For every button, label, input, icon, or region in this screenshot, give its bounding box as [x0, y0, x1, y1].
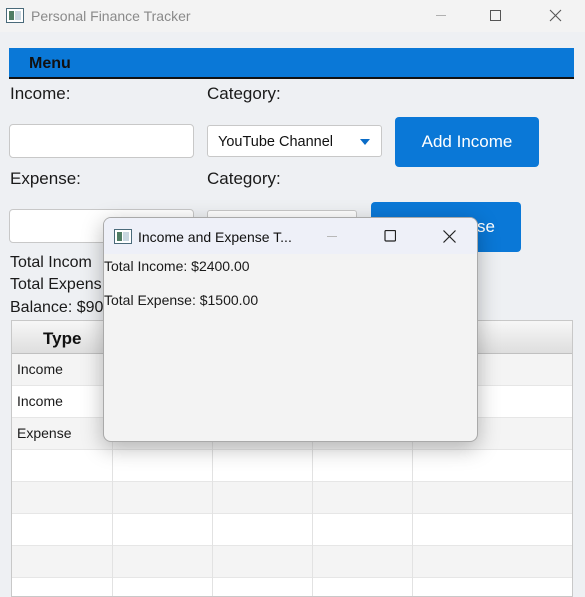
table-row-empty — [12, 450, 572, 482]
dialog-total-income: Total Income: $2400.00 — [104, 258, 250, 274]
menu-item-menu[interactable]: Menu — [29, 55, 71, 73]
column-header-type[interactable]: Type — [43, 329, 81, 349]
minimize-icon — [327, 236, 337, 237]
minimize-icon — [436, 15, 446, 16]
window-title: Personal Finance Tracker — [31, 8, 191, 24]
dialog-close-button[interactable] — [426, 218, 472, 254]
income-category-select[interactable]: YouTube Channel — [207, 125, 382, 157]
income-category-value: YouTube Channel — [218, 134, 334, 150]
close-icon — [549, 9, 562, 22]
total-expense-text: Total Expens — [10, 276, 102, 293]
close-icon — [443, 230, 456, 243]
balance-text: Balance: $90 — [10, 299, 104, 316]
cell-type: Income — [17, 393, 63, 409]
dialog-title: Income and Expense T... — [138, 229, 292, 245]
income-category-label: Category: — [207, 84, 281, 103]
maximize-button[interactable] — [472, 0, 518, 32]
menu-bar: Menu — [9, 48, 574, 79]
add-expense-button-label: se — [477, 217, 495, 236]
add-income-button[interactable]: Add Income — [395, 117, 539, 167]
income-input[interactable] — [9, 124, 194, 158]
dropdown-arrow-icon — [360, 139, 370, 145]
table-row-empty — [12, 482, 572, 514]
table-row-empty — [12, 546, 572, 578]
table-row-empty — [12, 514, 572, 546]
close-button[interactable] — [532, 0, 578, 32]
app-icon — [114, 229, 132, 244]
dialog-maximize-button[interactable] — [367, 218, 413, 254]
dialog-titlebar[interactable]: Income and Expense T... — [104, 218, 477, 254]
expense-category-label: Category: — [207, 169, 281, 188]
cell-type: Income — [17, 361, 63, 377]
app-icon — [6, 8, 24, 23]
expense-label: Expense: — [10, 169, 81, 188]
cell-type: Expense — [17, 425, 72, 441]
dialog-minimize-button — [309, 218, 355, 254]
table-row-empty — [12, 578, 572, 596]
total-income-text: Total Incom — [10, 254, 92, 271]
summary-dialog[interactable]: Income and Expense T... Total Income: $2… — [103, 217, 478, 442]
dialog-total-expense: Total Expense: $1500.00 — [104, 292, 259, 308]
minimize-button[interactable] — [418, 0, 464, 32]
maximize-icon — [384, 230, 396, 242]
maximize-icon — [490, 10, 501, 21]
income-label: Income: — [10, 84, 71, 103]
main-titlebar: Personal Finance Tracker — [0, 0, 585, 32]
